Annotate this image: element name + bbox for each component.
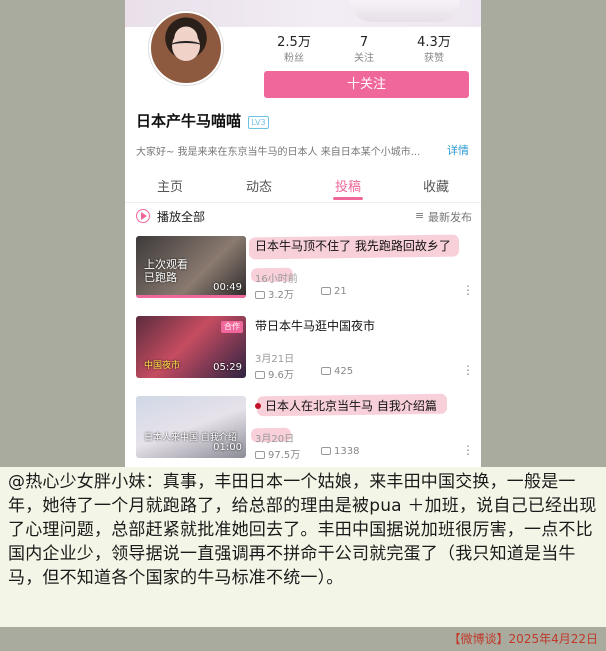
stat-value: 7 [359, 35, 369, 50]
sort-button[interactable]: 最新发布 [428, 209, 472, 225]
more-options-icon[interactable]: ⋮ [462, 284, 474, 296]
stat-likes[interactable]: 4.3万 获赞 [404, 35, 464, 65]
stat-label: 获赞 [424, 53, 444, 64]
play-count-icon [255, 451, 265, 459]
profile-screen: 2.5万 粉丝 7 关注 4.3万 获赞 十关注 日本产牛马喵喵 LV3 大家好… [125, 0, 481, 467]
video-views: 9.6万 [255, 366, 294, 381]
tab-favorites[interactable]: 收藏 [406, 176, 466, 195]
watch-progress-bar [136, 295, 246, 298]
video-comments: 21 [321, 286, 347, 297]
more-options-icon[interactable]: ⋮ [462, 364, 474, 376]
avatar-glasses [170, 41, 202, 51]
sort-icon[interactable]: ≡ [415, 209, 424, 222]
thumbnail-caption: 上次观看 已跑路 [144, 258, 188, 284]
comments-count: 21 [334, 286, 347, 297]
video-item[interactable]: 上次观看 已跑路 00:49 日本牛马顶不住了 我先跑路回故乡了 16小时前 3… [125, 234, 481, 316]
video-date: 3月21日 [255, 354, 295, 365]
stat-label: 关注 [354, 53, 374, 64]
play-all-icon[interactable] [136, 209, 150, 223]
comment-icon [321, 447, 331, 455]
video-date: 16小时前 [255, 274, 298, 285]
video-title-text: 日本人在北京当牛马 自我介绍篇 [265, 399, 437, 413]
views-count: 97.5万 [268, 450, 301, 461]
video-comments: 425 [321, 366, 353, 377]
play-count-icon [255, 291, 265, 299]
stat-label: 粉丝 [284, 53, 304, 64]
video-comments: 1338 [321, 446, 359, 457]
video-item[interactable]: 合作 中国夜市 05:29 带日本牛马逛中国夜市 3月21日 9.6万 425 … [125, 316, 481, 396]
play-count-icon [255, 371, 265, 379]
more-options-icon[interactable]: ⋮ [462, 444, 474, 456]
video-title[interactable]: 带日本牛马逛中国夜市 [255, 318, 475, 334]
comment-caption: @热心少女胖小妹：真事，丰田日本一个姑娘，来丰田中国交换，一般是一年，她待了一个… [0, 467, 606, 627]
follow-button[interactable]: 十关注 [264, 71, 469, 98]
video-thumbnail[interactable]: 上次观看 已跑路 00:49 [136, 236, 246, 298]
active-tab-indicator [333, 197, 363, 200]
collab-badge: 合作 [221, 321, 243, 333]
source-credit: 【微博谈】2025年4月22日 [448, 632, 598, 646]
profile-name: 日本产牛马喵喵 [136, 112, 242, 130]
list-header: 播放全部 ≡ 最新发布 [125, 203, 481, 231]
video-thumbnail[interactable]: 日本人来中国 自我介绍 01:00 [136, 396, 246, 458]
tab-uploads[interactable]: 投稿 [318, 176, 378, 195]
profile-bio: 大家好~ 我是来来在东京当牛马的日本人 来自日本某个小城市... [136, 147, 421, 158]
video-duration: 05:29 [213, 362, 242, 373]
avatar[interactable] [149, 11, 223, 85]
video-title[interactable]: 日本人在北京当牛马 自我介绍篇 [255, 398, 475, 414]
views-count: 3.2万 [268, 290, 294, 301]
thumbnail-caption: 中国夜市 [144, 361, 181, 371]
stat-value: 4.3万 [417, 35, 451, 50]
video-date: 3月20日 [255, 434, 295, 445]
caption-text: @热心少女胖小妹：真事，丰田日本一个姑娘，来丰田中国交换，一般是一年，她待了一个… [8, 472, 597, 588]
video-item[interactable]: 日本人来中国 自我介绍 01:00 日本人在北京当牛马 自我介绍篇 3月20日 … [125, 393, 481, 467]
tab-home[interactable]: 主页 [140, 176, 200, 195]
video-title[interactable]: 日本牛马顶不住了 我先跑路回故乡了 [255, 238, 475, 254]
views-count: 9.6万 [268, 370, 294, 381]
comments-count: 1338 [334, 446, 360, 457]
level-badge: LV3 [248, 116, 269, 129]
stat-value: 2.5万 [277, 35, 311, 50]
video-duration: 01:00 [213, 442, 242, 453]
stat-followers[interactable]: 2.5万 粉丝 [264, 35, 324, 65]
video-duration: 00:49 [213, 282, 242, 293]
video-views: 3.2万 [255, 286, 294, 301]
stat-following[interactable]: 7 关注 [334, 35, 394, 65]
tab-dynamics[interactable]: 动态 [229, 176, 289, 195]
video-thumbnail[interactable]: 合作 中国夜市 05:29 [136, 316, 246, 378]
bio-detail-link[interactable]: 详情 [447, 142, 469, 158]
comment-icon [321, 287, 331, 295]
red-dot-icon [255, 403, 261, 409]
play-all-button[interactable]: 播放全部 [157, 208, 205, 225]
video-views: 97.5万 [255, 446, 300, 461]
comment-icon [321, 367, 331, 375]
banner-decoration [350, 0, 460, 22]
comments-count: 425 [334, 366, 354, 377]
profile-tabs: 主页 动态 投稿 收藏 [125, 168, 481, 203]
